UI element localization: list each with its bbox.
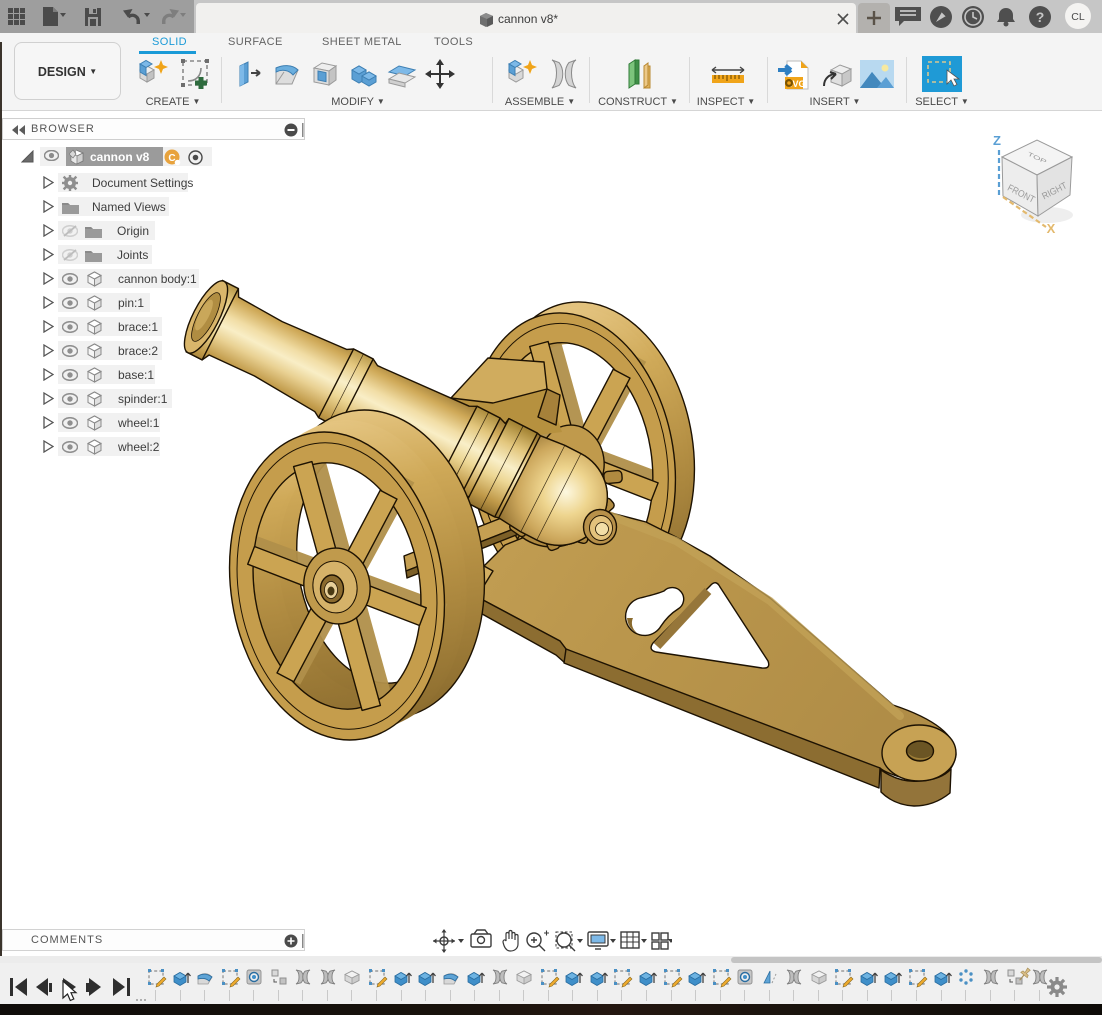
svg-text:X: X xyxy=(1047,221,1056,236)
svg-text:CL: CL xyxy=(1071,11,1085,23)
svg-text:?: ? xyxy=(1036,9,1045,25)
svg-text:Z: Z xyxy=(993,133,1001,148)
svg-text:C: C xyxy=(168,153,175,164)
